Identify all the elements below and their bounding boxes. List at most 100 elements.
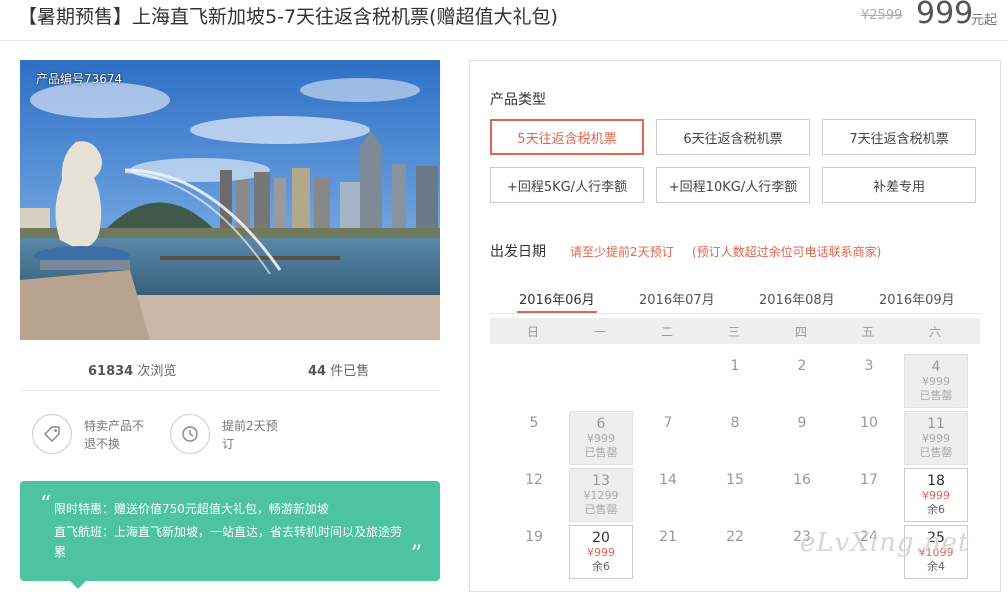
booking-panel: 产品类型 5天往返含税机票 6天往返含税机票 7天往返含税机票 +回程5KG/人…	[469, 60, 1001, 592]
sold-stat: 44 件已售	[308, 360, 369, 379]
current-price: 999	[916, 0, 974, 31]
calendar-day: 19	[502, 525, 566, 579]
sold-count: 44	[308, 364, 327, 379]
day-number: 6	[596, 416, 606, 432]
day-price: ¥999	[587, 432, 615, 445]
calendar-day: 3	[837, 354, 901, 408]
feature-text: 提前2天预订	[222, 419, 278, 451]
day-status: 已售罄	[584, 503, 618, 516]
weekday-header: 日 一 二 三 四 五 六	[490, 318, 980, 344]
day-number: 5	[529, 415, 539, 431]
weekday-thu: 四	[794, 325, 807, 339]
day-number: 4	[931, 359, 941, 375]
type-option-luggage-10kg[interactable]: +回程10KG/人行李额	[656, 167, 810, 203]
calendar-day: 7	[636, 411, 700, 465]
quote-close-icon: ”	[410, 542, 422, 567]
calendar-day-sold-out: 4 ¥999 已售罄	[904, 354, 968, 408]
feature-text: 特卖产品不退不换	[84, 419, 145, 451]
type-option-6day[interactable]: 6天往返含税机票	[656, 119, 810, 155]
quote-open-icon: “	[40, 492, 52, 517]
tab-month-2016-08[interactable]: 2016年08月	[759, 289, 835, 308]
day-number: 19	[525, 529, 543, 545]
feature-no-refund: 特卖产品不退不换	[32, 414, 148, 454]
day-number: 16	[793, 472, 811, 488]
promo-line-2: 直飞航班：上海直飞新加坡，一站直达，省去转机时间以及旅途劳累	[54, 525, 403, 559]
day-price: ¥999	[587, 546, 615, 559]
day-number: 22	[726, 529, 744, 545]
day-number: 3	[864, 358, 874, 374]
weekday-mon: 一	[593, 325, 606, 339]
day-number: 12	[525, 472, 543, 488]
day-price: ¥999	[922, 432, 950, 445]
calendar-day: 14	[636, 468, 700, 522]
day-number: 15	[726, 472, 744, 488]
weekday-sat: 六	[928, 325, 941, 339]
calendar-day: 10	[837, 411, 901, 465]
tab-divider	[490, 313, 980, 314]
product-stats: 61834 次浏览 44 件已售	[20, 352, 440, 391]
header: 【暑期预售】上海直飞新加坡5-7天往返含税机票(赠超值大礼包) ¥2599 99…	[0, 0, 1008, 41]
advance-booking-note: 请至少提前2天预订	[570, 245, 674, 259]
day-number: 1	[730, 358, 740, 374]
day-number: 11	[927, 416, 945, 432]
calendar-day-available[interactable]: 20 ¥999 余6	[569, 525, 633, 579]
day-number: 14	[659, 472, 677, 488]
calendar-day: 15	[703, 468, 767, 522]
calendar-day-sold-out: 6 ¥999 已售罄	[569, 411, 633, 465]
day-status: 已售罄	[584, 446, 618, 459]
day-number: 13	[592, 473, 610, 489]
clock-icon	[170, 414, 210, 454]
tab-month-2016-09[interactable]: 2016年09月	[879, 289, 955, 308]
day-number: 9	[797, 415, 807, 431]
day-remaining: 余6	[592, 560, 610, 573]
price-unit: 元起	[971, 13, 998, 28]
departure-date-label: 出发日期	[490, 244, 546, 260]
contact-note: (预订人数超过余位可电话联系商家)	[692, 245, 882, 259]
day-number: 7	[663, 415, 673, 431]
calendar-day: 16	[770, 468, 834, 522]
calendar-day: 22	[703, 525, 767, 579]
view-stat: 61834 次浏览	[88, 360, 176, 379]
page-title: 【暑期预售】上海直飞新加坡5-7天往返含税机票(赠超值大礼包)	[18, 6, 558, 28]
sold-label: 件已售	[326, 364, 370, 379]
day-status: 已售罄	[919, 446, 953, 459]
calendar-day: 17	[837, 468, 901, 522]
day-number: 20	[592, 530, 610, 546]
watermark: eLvXing.net	[800, 528, 970, 558]
day-number: 18	[927, 473, 945, 489]
promo-pointer	[70, 581, 86, 589]
singapore-skyline-image	[20, 60, 440, 340]
weekday-sun: 日	[526, 325, 539, 339]
calendar-day: 1	[703, 354, 767, 408]
view-count: 61834	[88, 364, 134, 379]
tab-month-2016-06[interactable]: 2016年06月	[519, 289, 595, 308]
active-tab-indicator	[517, 311, 597, 313]
weekday-tue: 二	[660, 325, 673, 339]
feature-advance-booking: 提前2天预订	[170, 414, 286, 454]
day-number: 2	[797, 358, 807, 374]
calendar-day: 12	[502, 468, 566, 522]
calendar-day: 2	[770, 354, 834, 408]
calendar-day-sold-out: 11 ¥999 已售罄	[904, 411, 968, 465]
calendar-day: 8	[703, 411, 767, 465]
weekday-fri: 五	[861, 325, 874, 339]
type-option-luggage-5kg[interactable]: +回程5KG/人行李额	[490, 167, 644, 203]
day-number: 21	[659, 529, 677, 545]
type-option-price-diff[interactable]: 补差专用	[822, 167, 976, 203]
calendar-day: 9	[770, 411, 834, 465]
view-label: 次浏览	[133, 364, 177, 379]
calendar-day-available[interactable]: 18 ¥999 余6	[904, 468, 968, 522]
product-number: 产品编号73674	[36, 72, 123, 86]
day-price: ¥999	[922, 375, 950, 388]
day-remaining: 余4	[927, 560, 945, 573]
day-price: ¥999	[922, 489, 950, 502]
original-price: ¥2599	[861, 8, 903, 23]
product-image[interactable]	[20, 60, 440, 340]
day-remaining: 余6	[927, 503, 945, 516]
type-option-7day[interactable]: 7天往返含税机票	[822, 119, 976, 155]
tab-month-2016-07[interactable]: 2016年07月	[639, 289, 715, 308]
day-price: ¥1299	[583, 489, 619, 502]
calendar-day-sold-out: 13 ¥1299 已售罄	[569, 468, 633, 522]
day-number: 17	[860, 472, 878, 488]
type-option-5day[interactable]: 5天往返含税机票	[490, 119, 644, 155]
